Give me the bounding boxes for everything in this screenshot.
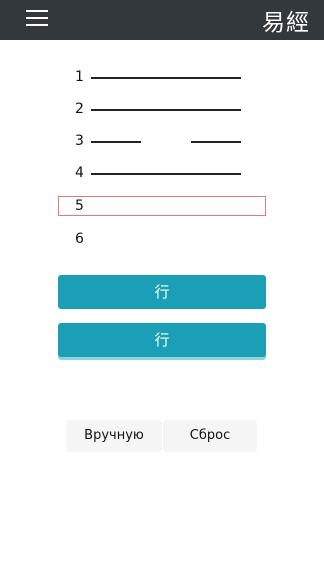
reset-button[interactable]: Сброс [163, 420, 257, 452]
hexagram-line-1[interactable]: 1 [58, 66, 266, 90]
hexagram-line-3[interactable]: 3 [58, 130, 266, 154]
manual-button[interactable]: Вручную [66, 420, 162, 452]
top-bar: 易經 [0, 0, 324, 40]
cast-button[interactable]: 行 [58, 275, 266, 309]
line-number: 5 [75, 198, 84, 214]
yang-line [91, 109, 241, 111]
yin-line-right [191, 141, 241, 143]
line-number: 1 [75, 69, 84, 85]
hexagram-line-2[interactable]: 2 [58, 98, 266, 122]
hexagram-line-4[interactable]: 4 [58, 162, 266, 186]
hexagram-line-6[interactable]: 6 [58, 228, 266, 252]
line-number: 6 [75, 231, 84, 247]
app-title: 易經 [262, 10, 310, 36]
yang-line [91, 77, 241, 79]
line-number: 2 [75, 101, 84, 117]
hamburger-menu-icon[interactable] [26, 10, 48, 28]
cast-all-button[interactable]: 行 [58, 323, 266, 357]
line-number: 4 [75, 165, 84, 181]
hexagram-line-5[interactable]: 5 [58, 196, 266, 216]
yang-line [91, 173, 241, 175]
yin-line-left [91, 141, 141, 143]
line-number: 3 [75, 133, 84, 149]
